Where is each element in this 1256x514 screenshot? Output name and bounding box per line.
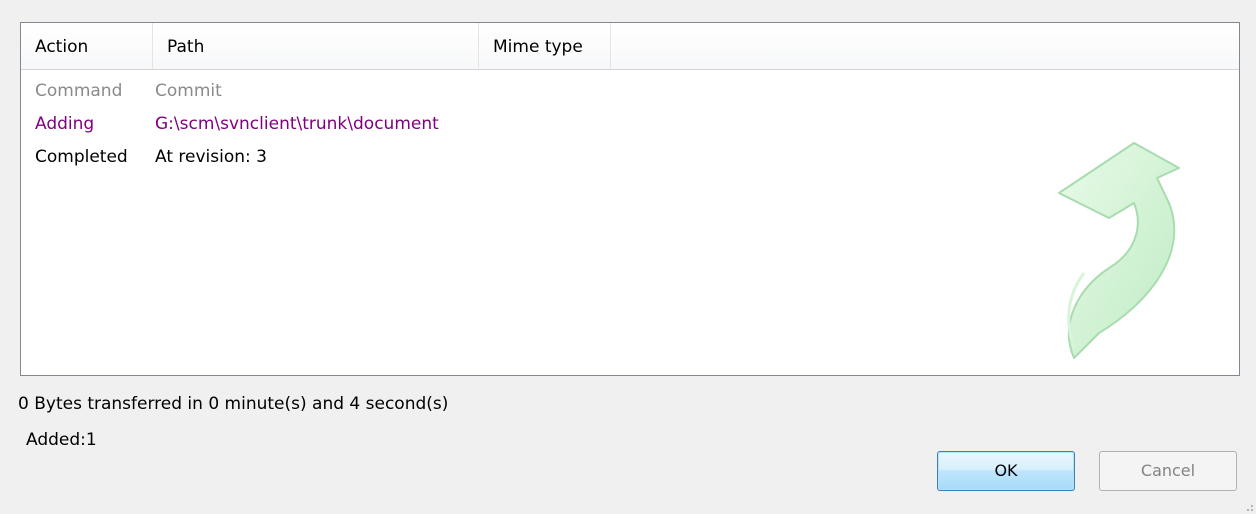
cancel-button[interactable]: Cancel <box>1099 451 1237 491</box>
transfer-status: 0 Bytes transferred in 0 minute(s) and 4… <box>18 394 449 414</box>
row-action: Adding <box>35 114 95 134</box>
row-path: Commit <box>155 81 222 101</box>
added-count: Added:1 <box>26 430 97 450</box>
row-action: Command <box>35 81 123 101</box>
column-header-path[interactable]: Path <box>153 23 479 69</box>
ok-button[interactable]: OK <box>937 451 1075 491</box>
row-path: G:\scm\svnclient\trunk\document <box>155 114 439 134</box>
row-path: At revision: 3 <box>155 147 267 167</box>
commit-progress-list[interactable]: Action Path Mime type Command Commit Add… <box>20 22 1240 376</box>
list-item[interactable]: Command Commit <box>21 74 1239 108</box>
column-header-action[interactable]: Action <box>21 23 153 69</box>
commit-arrow-icon <box>1039 133 1199 368</box>
resize-grip-icon[interactable] <box>1244 502 1254 512</box>
row-action: Completed <box>35 147 128 167</box>
column-header-mime-type[interactable]: Mime type <box>479 23 611 69</box>
list-header: Action Path Mime type <box>21 23 1239 70</box>
